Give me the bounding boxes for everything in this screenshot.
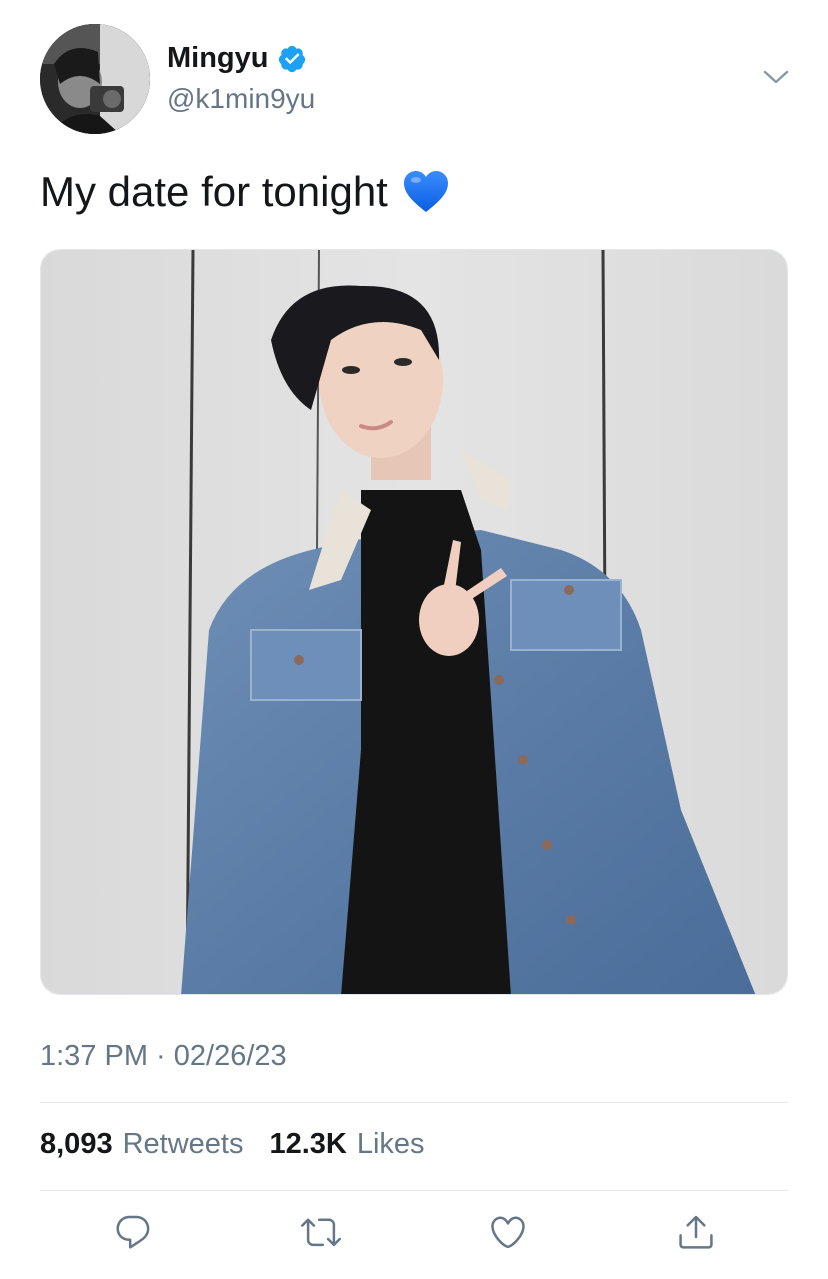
chevron-down-icon[interactable] [762, 66, 790, 88]
like-icon [491, 1216, 525, 1249]
retweet-icon [301, 1218, 341, 1247]
avatar-image [40, 24, 150, 134]
verified-badge-icon [277, 44, 307, 74]
divider-top [40, 1102, 788, 1103]
tweet-text: My date for tonight [40, 168, 450, 216]
tweet-timestamp[interactable]: 1:37 PM · 02/26/23 [40, 1040, 287, 1073]
tweet-action-bar [0, 1210, 828, 1258]
share-button[interactable] [674, 1210, 718, 1254]
display-name[interactable]: Mingyu [167, 42, 269, 75]
likes-label: Likes [356, 1128, 425, 1160]
retweet-button[interactable] [299, 1210, 343, 1254]
tweet-media-image[interactable] [40, 249, 788, 995]
retweets-label: Retweets [122, 1128, 244, 1160]
user-handle[interactable]: @k1min9yu [167, 83, 315, 115]
blue-heart-icon [402, 169, 450, 215]
tweet-detail: Mingyu @k1min9yu My date for tonight 1:3… [0, 0, 828, 1279]
reply-button[interactable] [111, 1210, 155, 1254]
reply-icon [116, 1215, 150, 1249]
user-name-row[interactable]: Mingyu [167, 42, 307, 75]
divider-bottom [40, 1190, 788, 1191]
likes-count: 12.3K [269, 1128, 347, 1160]
retweets-count: 8,093 [40, 1128, 113, 1160]
tweet-text-content: My date for tonight [40, 168, 388, 215]
retweets-stat[interactable]: 8,093 Retweets [40, 1128, 243, 1161]
tweet-stats: 8,093 Retweets 12.3K Likes [40, 1128, 425, 1161]
like-button[interactable] [486, 1210, 530, 1254]
likes-stat[interactable]: 12.3K Likes [269, 1128, 424, 1161]
avatar[interactable] [40, 24, 150, 134]
share-icon [679, 1215, 713, 1249]
